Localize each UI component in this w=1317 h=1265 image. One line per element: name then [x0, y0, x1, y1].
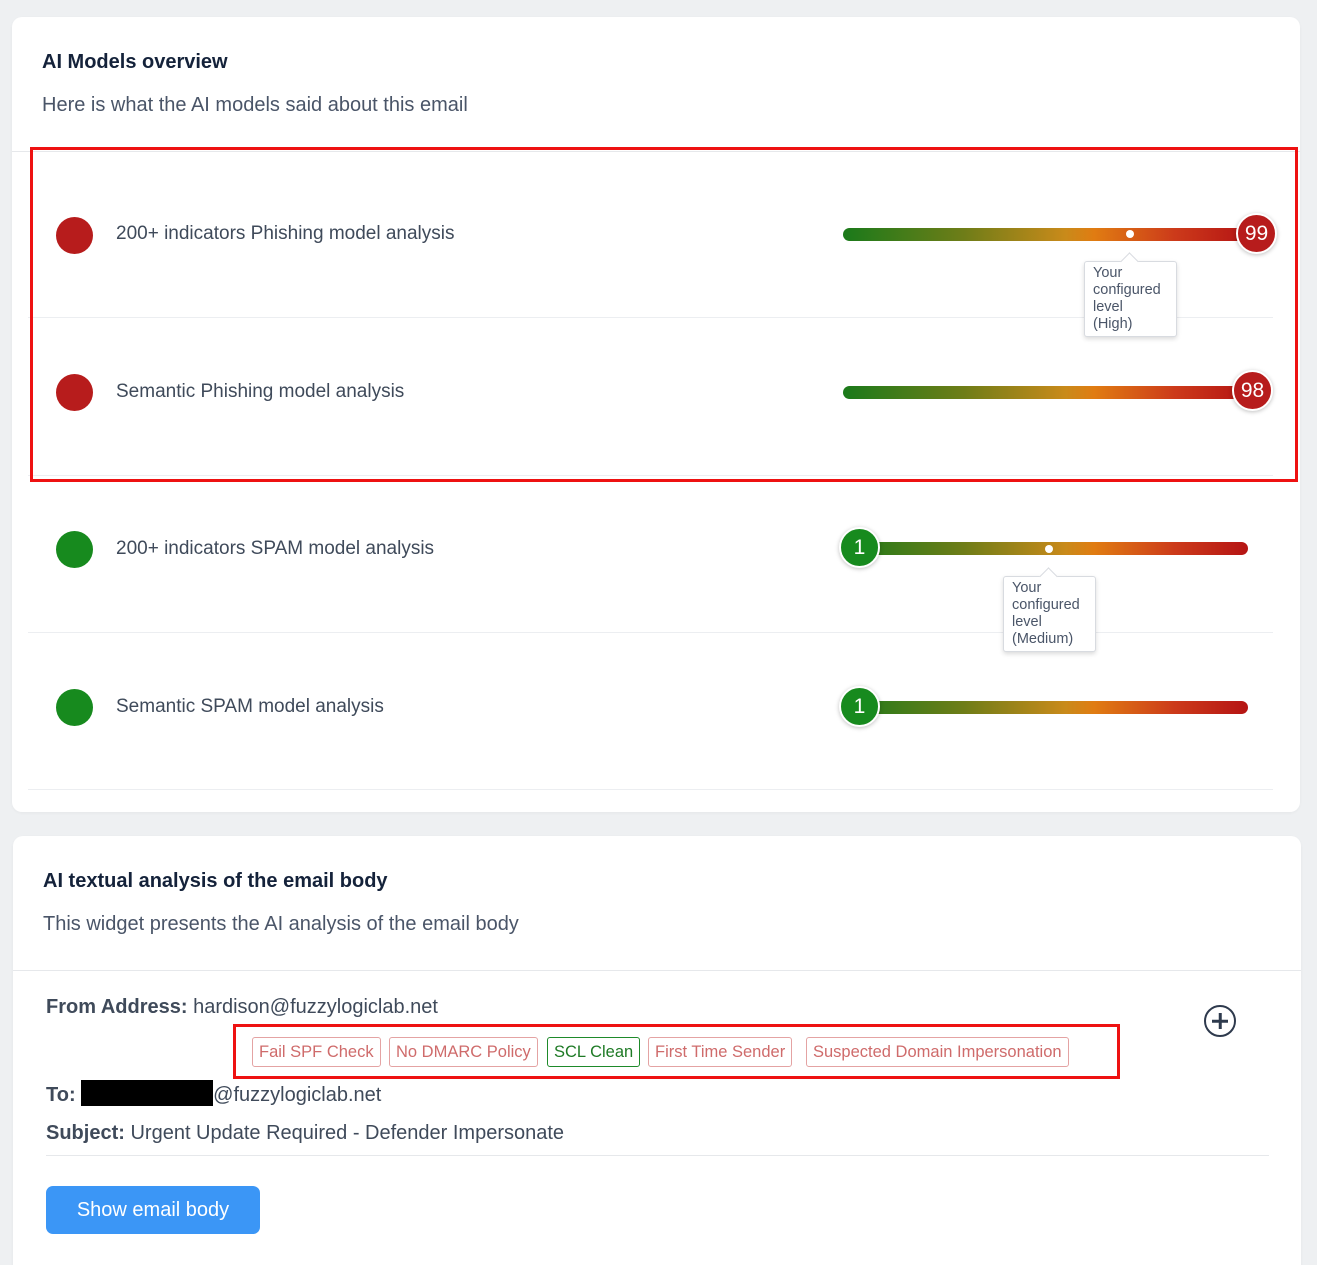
- status-dot: [56, 531, 93, 568]
- tooltip-line: Your: [1093, 265, 1123, 281]
- configured-level-tooltip: Your configured level (Medium): [1003, 576, 1096, 652]
- tag-no-dmarc: No DMARC Policy: [389, 1037, 538, 1067]
- redacted-block: [81, 1080, 214, 1106]
- subject-line: Subject: Urgent Update Required - Defend…: [46, 1122, 564, 1145]
- tag-first-time-sender: First Time Sender: [648, 1037, 793, 1067]
- tooltip-line: configured: [1093, 282, 1161, 298]
- row-divider: [28, 789, 1273, 790]
- score-badge: 1: [839, 527, 880, 568]
- model-label: Semantic SPAM model analysis: [116, 696, 384, 717]
- add-circle-icon[interactable]: [1204, 1005, 1236, 1037]
- model-row-semantic-spam: Semantic SPAM model analysis 1: [28, 632, 1273, 790]
- score-bar: [843, 386, 1248, 399]
- model-row-semantic-phishing: Semantic Phishing model analysis 98: [28, 318, 1273, 476]
- status-dot: [56, 689, 93, 726]
- status-dot: [56, 217, 93, 254]
- from-address-line: From Address: hardison@fuzzylogiclab.net: [46, 996, 438, 1019]
- to-address-line: To: @fuzzylogiclab.net: [46, 1080, 381, 1107]
- overview-divider: [12, 151, 1300, 152]
- overview-subtitle: Here is what the AI models said about th…: [42, 94, 468, 116]
- tag-scl-clean: SCL Clean: [547, 1037, 641, 1067]
- tooltip-line: level: [1012, 614, 1042, 630]
- subject-divider: [46, 1155, 1269, 1156]
- show-email-body-button[interactable]: Show email body: [46, 1186, 260, 1234]
- tag-fail-spf: Fail SPF Check: [252, 1037, 381, 1067]
- textual-subtitle: This widget presents the AI analysis of …: [43, 913, 519, 935]
- tooltip-line: (High): [1093, 316, 1133, 332]
- from-label: From Address:: [46, 996, 188, 1018]
- model-label: 200+ indicators Phishing model analysis: [116, 223, 455, 244]
- tooltip-line: Your: [1012, 580, 1042, 596]
- status-dot: [56, 374, 93, 411]
- score-badge: 98: [1232, 370, 1273, 411]
- score-bar: [843, 228, 1248, 241]
- textual-title: AI textual analysis of the email body: [43, 870, 388, 892]
- subject-value: Urgent Update Required - Defender Impers…: [130, 1122, 565, 1144]
- overview-title: AI Models overview: [42, 51, 228, 73]
- to-label: To:: [46, 1084, 76, 1106]
- score-badge: 1: [839, 686, 880, 727]
- tooltip-line: configured: [1012, 597, 1080, 613]
- model-label: Semantic Phishing model analysis: [116, 381, 405, 402]
- model-label: 200+ indicators SPAM model analysis: [116, 538, 435, 559]
- tag-suspected-domain-impersonation: Suspected Domain Impersonation: [806, 1037, 1069, 1067]
- configured-level-marker: [1045, 545, 1053, 553]
- configured-level-marker: [1126, 230, 1134, 238]
- to-value: @fuzzylogiclab.net: [213, 1084, 382, 1106]
- score-badge: 99: [1236, 213, 1277, 254]
- subject-label: Subject:: [46, 1122, 125, 1144]
- from-value: hardison@fuzzylogiclab.net: [193, 996, 438, 1018]
- score-bar: [843, 701, 1248, 714]
- textual-divider: [13, 970, 1301, 971]
- tooltip-line: (Medium): [1012, 631, 1074, 647]
- configured-level-tooltip: Your configured level (High): [1084, 261, 1177, 337]
- tooltip-line: level: [1093, 299, 1123, 315]
